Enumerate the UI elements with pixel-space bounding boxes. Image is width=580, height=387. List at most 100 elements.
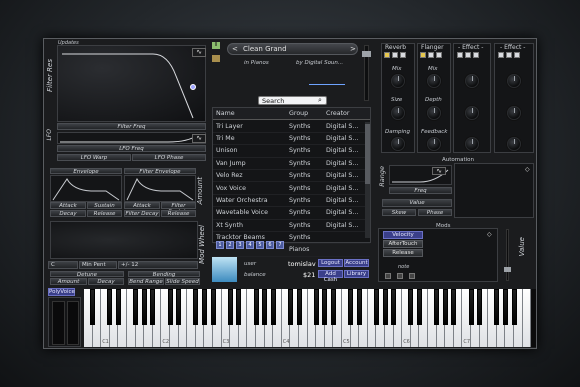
black-key[interactable] xyxy=(502,289,508,325)
filter-handle[interactable] xyxy=(190,84,196,90)
col-group[interactable]: Group xyxy=(289,110,326,117)
effect-3-toggle[interactable] xyxy=(457,52,463,58)
black-key[interactable] xyxy=(176,289,182,325)
release-mod-button[interactable]: Release xyxy=(383,249,423,257)
col-creator[interactable]: Creator xyxy=(326,110,370,117)
effect-4-option-b[interactable] xyxy=(514,52,520,58)
automation-graph[interactable]: ◇ xyxy=(454,163,534,218)
bend-range-slider[interactable]: Bend Range xyxy=(128,278,164,285)
slide-speed-slider[interactable]: Slide Speed xyxy=(165,278,200,285)
page-button[interactable]: 3 xyxy=(236,241,244,249)
flanger-feedback-knob[interactable] xyxy=(427,137,441,151)
filter-envelope-display[interactable] xyxy=(124,175,196,202)
page-button[interactable]: 6 xyxy=(266,241,274,249)
volume-handle[interactable] xyxy=(362,51,371,57)
automation-value-slider[interactable]: Value xyxy=(382,199,452,207)
black-key[interactable] xyxy=(133,289,139,325)
black-key[interactable] xyxy=(313,289,319,325)
black-key[interactable] xyxy=(373,289,379,325)
mod-slot-1[interactable] xyxy=(385,273,391,279)
effect-4-knob-1[interactable] xyxy=(507,74,521,88)
flanger-option-a[interactable] xyxy=(428,52,434,58)
effect-3-knob-2[interactable] xyxy=(465,106,479,120)
effect-4-toggle[interactable] xyxy=(498,52,504,58)
release-slider[interactable]: Release xyxy=(87,210,122,217)
black-key[interactable] xyxy=(141,289,147,325)
mod-slot-3[interactable] xyxy=(409,273,415,279)
black-key[interactable] xyxy=(270,289,276,325)
search-input[interactable]: Search xyxy=(258,96,327,105)
effect-4-option-a[interactable] xyxy=(506,52,512,58)
range-select[interactable]: +/- 12 xyxy=(118,261,198,269)
lfo-display[interactable]: ∿ xyxy=(57,132,206,144)
mod-value-handle[interactable] xyxy=(504,267,511,272)
library-button[interactable]: Library xyxy=(344,270,369,278)
black-key[interactable] xyxy=(442,289,448,325)
black-key[interactable] xyxy=(434,289,440,325)
black-key[interactable] xyxy=(193,289,199,325)
black-key[interactable] xyxy=(416,289,422,325)
preset-prev-button[interactable]: < xyxy=(232,45,238,53)
page-button[interactable]: 5 xyxy=(256,241,264,249)
preset-row[interactable]: Van Jump Synths Digital S... xyxy=(213,158,370,170)
preset-next-button[interactable]: > xyxy=(350,45,356,53)
automation-shape[interactable]: ∿ xyxy=(389,165,452,185)
black-key[interactable] xyxy=(167,289,173,325)
black-key[interactable] xyxy=(296,289,302,325)
effect-4-knob-3[interactable] xyxy=(507,137,521,151)
flanger-option-b[interactable] xyxy=(436,52,442,58)
black-key[interactable] xyxy=(262,289,268,325)
automation-phase-slider[interactable]: Phase xyxy=(418,209,452,216)
effect-slot-3-title[interactable]: - Effect - xyxy=(458,44,483,51)
aftertouch-mod-button[interactable]: AfterTouch xyxy=(383,240,423,248)
black-key[interactable] xyxy=(107,289,113,325)
effect-3-option-b[interactable] xyxy=(473,52,479,58)
white-key[interactable] xyxy=(522,289,532,347)
envelope-display[interactable] xyxy=(50,175,122,202)
preset-row[interactable]: Xt Synth Synths Digital S... xyxy=(213,220,370,232)
black-key[interactable] xyxy=(227,289,233,325)
preset-row[interactable]: Tri Layer Synths Digital S... xyxy=(213,120,370,133)
detune-decay-slider[interactable]: Decay xyxy=(88,278,124,285)
mod-value-track[interactable] xyxy=(506,229,509,281)
pitch-wheel-area[interactable] xyxy=(48,297,81,347)
black-key[interactable] xyxy=(348,289,354,325)
decay-slider[interactable]: Decay xyxy=(50,210,86,217)
automation-skew-slider[interactable]: Skew xyxy=(382,209,416,216)
effect-4-knob-2[interactable] xyxy=(507,106,521,120)
avatar[interactable] xyxy=(212,257,237,282)
reverb-damping-knob[interactable] xyxy=(391,137,405,151)
polyvoice-button[interactable]: PolyVoice xyxy=(48,288,75,296)
black-key[interactable] xyxy=(511,289,517,325)
reverb-toggle[interactable] xyxy=(384,52,390,58)
black-key[interactable] xyxy=(408,289,414,325)
lfo-freq-slider[interactable]: LFO Freq xyxy=(57,145,206,152)
logout-button[interactable]: Logout xyxy=(318,259,343,267)
filter-release-slider[interactable]: Release xyxy=(161,210,196,217)
black-key[interactable] xyxy=(322,289,328,325)
account-button[interactable]: Account xyxy=(344,259,369,267)
black-key[interactable] xyxy=(210,289,216,325)
velocity-mod-button[interactable]: Velocity xyxy=(383,231,423,239)
reverb-size-knob[interactable] xyxy=(391,106,405,120)
flanger-mix-knob[interactable] xyxy=(427,74,441,88)
filter-freq-slider[interactable]: Filter Freq xyxy=(57,123,206,130)
black-key[interactable] xyxy=(477,289,483,325)
page-button[interactable]: 4 xyxy=(246,241,254,249)
effect-3-knob-3[interactable] xyxy=(465,137,479,151)
preset-row[interactable]: Unison Synths Digital S... xyxy=(213,145,370,158)
black-key[interactable] xyxy=(253,289,259,325)
filter-display[interactable]: ∿ xyxy=(57,45,206,122)
preset-row[interactable]: Water Orchestra Synths Digital S... xyxy=(213,195,370,208)
mods-node-icon[interactable]: ◇ xyxy=(487,231,492,238)
mod-wheel-display[interactable] xyxy=(50,221,198,259)
lfo-warp-slider[interactable]: LFO Warp xyxy=(57,154,131,161)
black-key[interactable] xyxy=(451,289,457,325)
browser-scrollbar[interactable] xyxy=(365,122,370,238)
filter-decay-slider[interactable]: Filter Decay xyxy=(124,210,160,217)
flanger-depth-knob[interactable] xyxy=(427,106,441,120)
automation-node-icon[interactable]: ◇ xyxy=(525,166,530,173)
preset-row[interactable]: Vox Voice Synths Digital S... xyxy=(213,182,370,195)
page-button[interactable]: 1 xyxy=(216,241,224,249)
filter-sustain-slider[interactable]: Filter Sustain xyxy=(161,202,196,215)
